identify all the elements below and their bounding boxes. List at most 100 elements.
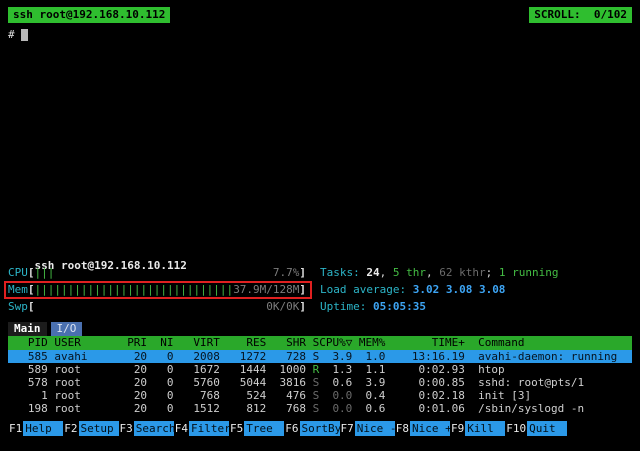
tasks-count: 24 [366, 266, 379, 279]
user-cell: root [48, 389, 114, 402]
col-shr[interactable]: SHR [266, 336, 306, 350]
fkey-key: F3 [119, 421, 134, 436]
fkey-quit[interactable]: F10Quit [505, 421, 567, 436]
cpu-meter-label: CPU [8, 266, 28, 279]
fkey-key: F6 [284, 421, 299, 436]
fkey-sortby[interactable]: F6SortBy [284, 421, 339, 436]
time-cell: 0:00.85 [385, 376, 464, 389]
col-virt[interactable]: VIRT [174, 336, 220, 350]
cpu-cell: 3.9 [319, 350, 352, 363]
fkey-help[interactable]: F1Help [8, 421, 63, 436]
virt-cell: 2008 [174, 350, 220, 363]
virt-cell: 5760 [174, 376, 220, 389]
swap-meter-label: Swp [8, 300, 28, 313]
fkey-label: Filter [189, 421, 229, 436]
col-user[interactable]: USER [48, 336, 114, 350]
fkey-key: F10 [505, 421, 527, 436]
pid-cell: 578 [8, 376, 48, 389]
col-pid[interactable]: PID [8, 336, 48, 350]
mem-meter-value: 37.9M/128M [233, 283, 299, 296]
state-cell: S [306, 402, 319, 415]
cpu-cell: 0.0 [319, 389, 352, 402]
tab-io[interactable]: I/O [51, 322, 83, 336]
cpu-stats-row: CPU[||| 7.7%] Tasks: 24, 5 thr, 62 kthr;… [8, 266, 632, 280]
col-command[interactable]: Command [465, 336, 632, 350]
swp-stats-row: Swp[ 0K/0K] Uptime: 05:05:35 [8, 300, 632, 314]
swap-meter: Swp[ 0K/0K] [8, 300, 320, 314]
top-terminal-pane[interactable]: # [8, 23, 632, 243]
shr-cell: 728 [266, 350, 306, 363]
pri-cell: 20 [114, 363, 147, 376]
command-cell: init [3] [465, 389, 632, 402]
fkey-filter[interactable]: F4Filter [174, 421, 229, 436]
top-pane-titlebar: ssh root@192.168.10.112 SCROLL: 0/102 [8, 7, 632, 23]
fkey-label: Kill [465, 421, 505, 436]
fkey-nice-plus[interactable]: F8Nice + [395, 421, 450, 436]
uptime-label: Uptime: [320, 300, 373, 313]
mem-meter: Mem[||||||||||||||||||||||||||||||37.9M/… [8, 283, 320, 297]
load-average: Load average: 3.02 3.08 3.08 [320, 283, 505, 297]
ni-cell: 0 [147, 376, 173, 389]
mem-cell: 0.6 [352, 402, 385, 415]
time-cell: 13:16.19 [385, 350, 464, 363]
col-ni[interactable]: NI [147, 336, 173, 350]
fkey-label: Nice + [410, 421, 450, 436]
col-mem[interactable]: MEM% [352, 336, 385, 350]
screen-tabs: Main I/O [8, 322, 632, 336]
fkey-key: F2 [63, 421, 78, 436]
process-row[interactable]: 1root200768524476S0.00.40:02.18init [3] [8, 389, 632, 402]
tab-main[interactable]: Main [8, 322, 47, 336]
process-row[interactable]: 589root200167214441000R1.31.10:02.93htop [8, 363, 632, 376]
time-cell: 0:01.06 [385, 402, 464, 415]
process-row-selected[interactable]: 585avahi20020081272728S3.91.013:16.19ava… [8, 350, 632, 363]
swap-meter-bars [35, 300, 267, 313]
process-row[interactable]: 198root2001512812768S0.00.60:01.06/sbin/… [8, 402, 632, 415]
tasks-label: Tasks: [320, 266, 366, 279]
user-cell: root [48, 376, 114, 389]
fkey-key: F1 [8, 421, 23, 436]
state-cell: S [306, 376, 319, 389]
scroll-indicator: SCROLL: 0/102 [529, 7, 632, 23]
tasks-summary: Tasks: 24, 5 thr, 62 kthr; 1 running [320, 266, 558, 280]
virt-cell: 768 [174, 389, 220, 402]
ni-cell: 0 [147, 350, 173, 363]
col-pri[interactable]: PRI [114, 336, 147, 350]
time-cell: 0:02.18 [385, 389, 464, 402]
cpu-cell: 1.3 [319, 363, 352, 376]
state-cell: S [306, 350, 319, 363]
state-cell: R [306, 363, 319, 376]
prompt-line[interactable]: # [8, 28, 632, 42]
fkey-key: F9 [450, 421, 465, 436]
ni-cell: 0 [147, 389, 173, 402]
pid-cell: 1 [8, 389, 48, 402]
fkey-kill[interactable]: F9Kill [450, 421, 505, 436]
fkey-label: Help [23, 421, 63, 436]
command-cell: htop [465, 363, 632, 376]
cpu-bracket-open: [ [28, 266, 35, 279]
process-row[interactable]: 578root200576050443816S0.63.90:00.85sshd… [8, 376, 632, 389]
swap-bracket-close: ] [299, 300, 306, 313]
fkey-label: SortBy [300, 421, 340, 436]
col-state[interactable]: S [306, 336, 319, 350]
fkey-setup[interactable]: F2Setup [63, 421, 118, 436]
mem-cell: 1.1 [352, 363, 385, 376]
res-cell: 1444 [220, 363, 266, 376]
tasks-sep: , [380, 266, 393, 279]
res-cell: 524 [220, 389, 266, 402]
uptime-value: 05:05:35 [373, 300, 426, 313]
col-res[interactable]: RES [220, 336, 266, 350]
fkey-nice-minus[interactable]: F7Nice - [340, 421, 395, 436]
pri-cell: 20 [114, 402, 147, 415]
res-cell: 5044 [220, 376, 266, 389]
col-time[interactable]: TIME+ [385, 336, 464, 350]
time-cell: 0:02.93 [385, 363, 464, 376]
fkey-search[interactable]: F3Search [119, 421, 174, 436]
user-cell: root [48, 363, 114, 376]
fkey-tree[interactable]: F5Tree [229, 421, 284, 436]
user-cell: avahi [48, 350, 114, 363]
mem-cell: 0.4 [352, 389, 385, 402]
col-cpu[interactable]: CPU%▽ [319, 336, 352, 350]
tasks-sep: ; [486, 266, 499, 279]
mem-cell: 1.0 [352, 350, 385, 363]
res-cell: 812 [220, 402, 266, 415]
